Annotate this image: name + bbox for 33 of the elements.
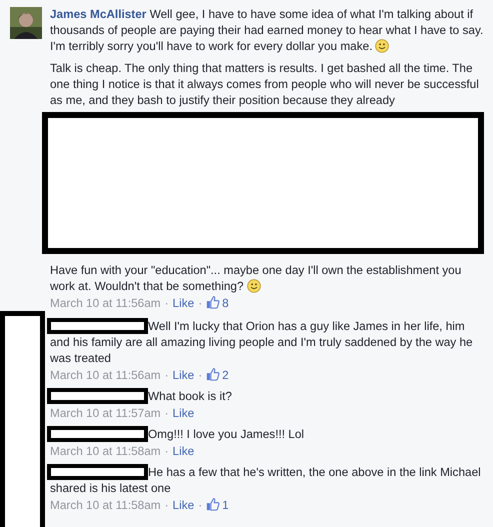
comment-text: What book is it? xyxy=(50,388,487,404)
timestamp[interactable]: March 10 at 11:56am xyxy=(50,296,161,310)
timestamp[interactable]: March 10 at 11:56am xyxy=(50,368,161,382)
like-link[interactable]: Like xyxy=(172,406,194,420)
like-link[interactable]: Like xyxy=(172,444,194,458)
comment-text: Omg!!! I love you James!!! Lol xyxy=(50,426,487,442)
separator-dot: · xyxy=(198,368,202,382)
like-count[interactable]: 8 xyxy=(222,296,229,310)
like-link[interactable]: Like xyxy=(172,368,194,382)
comment-text: He has a few that he's written, the one above in the link Michael shared is his latest one xyxy=(50,464,487,496)
separator-dot: · xyxy=(164,368,169,382)
comment-text: James McAllister Well gee, I have to have some idea of what I'm talking about if thousands of people are paying their had earned money to hear what I have to say. I'm terribly sorry you'll have to work for every dollar you make. xyxy=(50,6,484,54)
separator-dot: · xyxy=(198,296,202,310)
timestamp[interactable]: March 10 at 11:57am xyxy=(50,406,161,420)
thumbs-up-icon xyxy=(206,367,220,381)
comment-text: Talk is cheap. The only thing that matters is results. I get bashed all the time. The one thing I notice is that it always comes from people who will never be successful as me, and they bash to justify their position because they already xyxy=(50,60,480,108)
separator-dot: · xyxy=(198,498,202,512)
separator-dot: · xyxy=(164,498,169,512)
thumbs-up-icon xyxy=(206,295,220,309)
timestamp[interactable]: March 10 at 11:58am xyxy=(50,444,161,458)
timestamp[interactable]: March 10 at 11:58am xyxy=(50,498,161,512)
author-name[interactable]: James McAllister xyxy=(50,7,146,21)
thumbs-up-icon xyxy=(206,497,220,511)
like-count[interactable]: 1 xyxy=(222,498,229,512)
separator-dot: · xyxy=(164,444,169,458)
avatar[interactable] xyxy=(10,7,42,39)
like-link[interactable]: Like xyxy=(172,498,194,512)
comment-text: Well I'm lucky that Orion has a guy like James in her life, him and his family are all amazing living people and I'm truly saddened by the way he was treated xyxy=(50,318,487,366)
like-link[interactable]: Like xyxy=(172,296,194,310)
like-count[interactable]: 2 xyxy=(222,368,229,382)
separator-dot: · xyxy=(164,406,169,420)
separator-dot: · xyxy=(164,296,169,310)
comment-text: Have fun with your "education"... maybe one day I'll own the establishment you work at. Wouldn't that be something? xyxy=(50,262,462,294)
